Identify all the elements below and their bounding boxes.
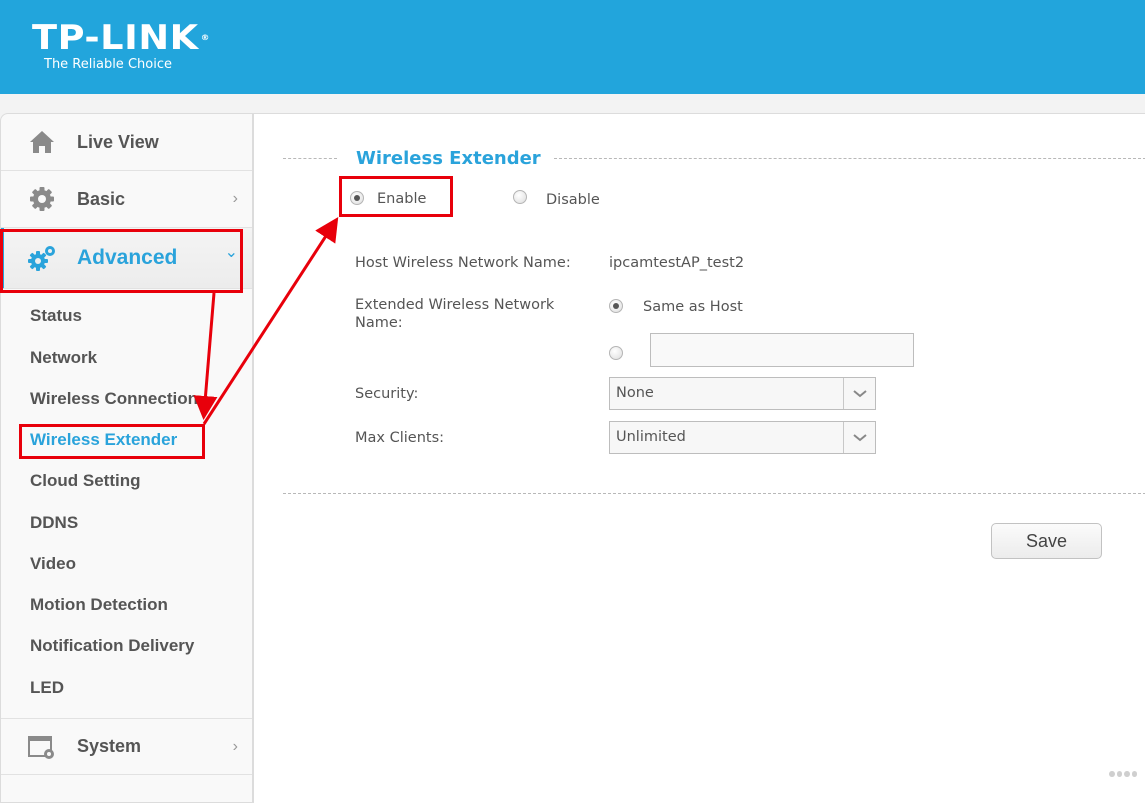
sidebar-item-basic[interactable]: Basic › [1, 171, 252, 228]
tp-link-logo: TP-LINK® [32, 20, 210, 56]
same-as-host-label[interactable]: Same as Host [643, 299, 743, 315]
max-clients-select[interactable]: Unlimited [609, 421, 876, 454]
chevron-right-icon: › [233, 738, 238, 756]
chevron-down-icon [844, 378, 876, 409]
sidebar-item-label: Advanced [77, 246, 177, 270]
section-title: Wireless Extender [356, 148, 541, 169]
max-clients-value: Unlimited [616, 429, 686, 445]
main-content: Wireless Extender Enable Disable Host Wi… [253, 113, 1145, 803]
sidebar-item-live-view[interactable]: Live View [1, 114, 252, 171]
dropdown-button[interactable] [843, 378, 875, 409]
extended-network-label: Extended Wireless Network [355, 297, 554, 313]
home-icon [27, 127, 57, 157]
registered-mark: ® [201, 33, 210, 42]
host-network-label: Host Wireless Network Name: [355, 255, 571, 271]
enable-radio[interactable] [350, 191, 364, 205]
extended-network-label-2: Name: [355, 315, 403, 331]
max-clients-label: Max Clients: [355, 430, 444, 446]
security-label: Security: [355, 386, 418, 402]
sidebar-subitem-video[interactable]: Video [30, 554, 76, 574]
sidebar-item-system[interactable]: System › [1, 718, 252, 775]
system-window-gear-icon [27, 732, 57, 762]
sidebar-item-label: Basic [77, 189, 125, 210]
watermark-dots [1109, 771, 1137, 779]
chevron-down-icon: ⌄ [225, 242, 238, 262]
sidebar-item-label: System [77, 736, 141, 757]
header-banner: TP-LINK® The Reliable Choice [0, 0, 1145, 94]
gears-icon [27, 243, 57, 273]
disable-label[interactable]: Disable [546, 192, 600, 208]
sidebar-subitem-notification-delivery[interactable]: Notification Delivery [30, 636, 194, 656]
section-divider [554, 158, 1145, 159]
custom-name-radio[interactable] [609, 346, 623, 360]
brand-text: TP-LINK [32, 18, 199, 58]
brand-tagline: The Reliable Choice [44, 57, 172, 72]
extended-network-name-input[interactable] [650, 333, 914, 367]
sidebar-subitem-network[interactable]: Network [30, 348, 97, 368]
sidebar-subitem-motion-detection[interactable]: Motion Detection [30, 595, 168, 615]
sidebar-subitem-ddns[interactable]: DDNS [30, 513, 78, 533]
host-network-value: ipcamtestAP_test2 [609, 255, 744, 271]
security-select[interactable]: None [609, 377, 876, 410]
sidebar-subitem-wireless-extender[interactable]: Wireless Extender [30, 430, 177, 450]
sidebar-item-advanced[interactable]: Advanced ⌄ [1, 228, 252, 289]
same-as-host-radio[interactable] [609, 299, 623, 313]
security-value: None [616, 385, 654, 401]
sidebar: Live View Basic › [0, 113, 253, 803]
enable-label[interactable]: Enable [377, 191, 426, 207]
sidebar-subitem-wireless-connection[interactable]: Wireless Connection [30, 389, 198, 409]
gear-icon [27, 184, 57, 214]
section-divider [283, 493, 1145, 494]
sidebar-subitem-led[interactable]: LED [30, 678, 64, 698]
save-button[interactable]: Save [991, 523, 1102, 559]
chevron-right-icon: › [233, 190, 238, 208]
sidebar-subitem-cloud-setting[interactable]: Cloud Setting [30, 471, 140, 491]
sidebar-subitem-status[interactable]: Status [30, 306, 82, 326]
dropdown-button[interactable] [843, 422, 875, 453]
chevron-down-icon [844, 422, 876, 453]
sidebar-item-label: Live View [77, 132, 159, 153]
section-divider [283, 158, 337, 159]
disable-radio[interactable] [513, 190, 527, 204]
